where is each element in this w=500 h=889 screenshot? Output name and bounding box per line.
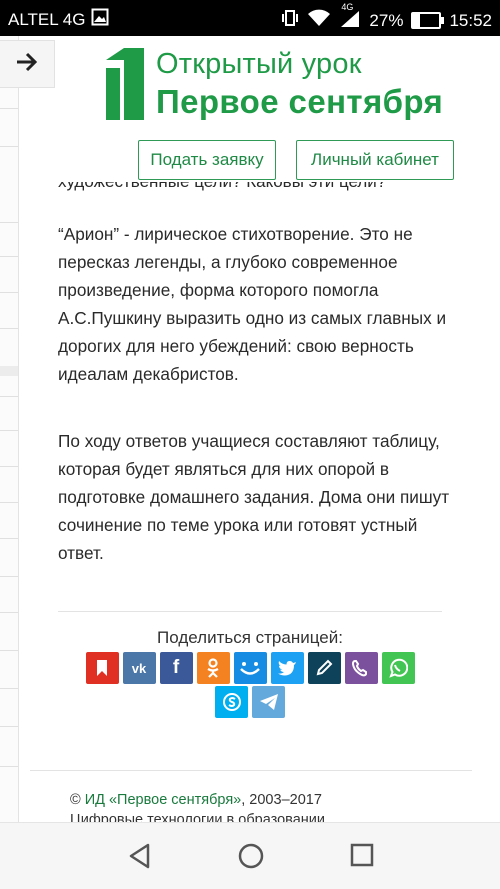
copyright-years: , 2003–2017 <box>241 792 322 808</box>
network-badge: 4G <box>341 2 354 12</box>
vk-icon: vk <box>131 660 147 676</box>
divider <box>30 770 472 771</box>
clock: 15:52 <box>449 10 492 30</box>
personal-cabinet-button[interactable]: Личный кабинет <box>296 140 454 180</box>
vibrate-icon <box>281 8 299 33</box>
publisher-link[interactable]: ИД «Первое сентября» <box>85 792 242 808</box>
odnoklassniki-share-button[interactable] <box>196 652 230 684</box>
whatsapp-icon <box>389 658 408 678</box>
viber-icon <box>351 660 367 677</box>
site-header: Открытый урок Первое сентября Подать зая… <box>30 36 500 196</box>
bookmark-share-button[interactable] <box>85 652 119 684</box>
status-bar: ALTEL 4G 4G 27% 15:52 <box>0 0 500 36</box>
status-left: ALTEL 4G <box>8 8 109 31</box>
share-buttons-row: vk f <box>0 652 500 684</box>
battery-percent: 27% <box>369 10 404 30</box>
image-icon <box>91 8 109 31</box>
recents-icon[interactable] <box>350 843 374 872</box>
facebook-share-button[interactable]: f <box>159 652 193 684</box>
skype-icon <box>222 693 241 711</box>
article-paragraph: “Арион” - лирическое стихотворение. Это … <box>58 224 447 384</box>
odnoklassniki-icon <box>207 658 219 678</box>
carrier-label: ALTEL 4G <box>8 9 86 29</box>
battery-icon <box>411 12 445 29</box>
share-label: Поделиться страницей: <box>157 628 343 647</box>
whatsapp-share-button[interactable] <box>381 652 415 684</box>
telegram-share-button[interactable] <box>252 686 285 718</box>
expand-sidebar-button[interactable] <box>0 40 55 88</box>
wifi-icon <box>307 9 331 32</box>
home-icon[interactable] <box>238 843 264 874</box>
moimir-share-button[interactable] <box>233 652 267 684</box>
bookmark-icon <box>97 660 107 676</box>
footer-copyright: © ИД «Первое сентября», 2003–2017 <box>70 792 322 808</box>
skype-share-button[interactable] <box>215 686 248 718</box>
system-navigation-bar <box>0 822 500 889</box>
twitter-icon <box>278 661 296 676</box>
twitter-share-button[interactable] <box>270 652 304 684</box>
vk-share-button[interactable]: vk <box>122 652 156 684</box>
cut-line-text: художественные цели? Каковы эти цели? <box>58 182 386 191</box>
footer-tagline: Цифровые технологии в образовании <box>70 812 325 822</box>
logo-title-line1[interactable]: Открытый урок <box>156 48 362 81</box>
livejournal-share-button[interactable] <box>307 652 341 684</box>
arrow-right-icon <box>16 52 38 77</box>
divider <box>58 611 442 612</box>
article-paragraph: По ходу ответов учащиеся составляют табл… <box>58 431 450 563</box>
share-buttons-row <box>0 686 500 718</box>
moimir-icon <box>240 662 260 675</box>
signal-icon: 4G <box>339 2 361 33</box>
copyright-symbol: © <box>70 792 81 808</box>
apply-button[interactable]: Подать заявку <box>138 140 276 180</box>
back-icon[interactable] <box>128 843 152 874</box>
logo-title-line2[interactable]: Первое сентября <box>156 83 443 121</box>
telegram-icon <box>259 694 278 710</box>
viber-share-button[interactable] <box>344 652 378 684</box>
logo-icon[interactable] <box>104 46 146 122</box>
article-cut-line: художественные цели? Каковы эти цели? <box>58 182 448 196</box>
livejournal-icon <box>316 659 333 676</box>
facebook-icon: f <box>172 657 180 678</box>
status-right: 4G 27% 15:52 <box>281 2 492 33</box>
